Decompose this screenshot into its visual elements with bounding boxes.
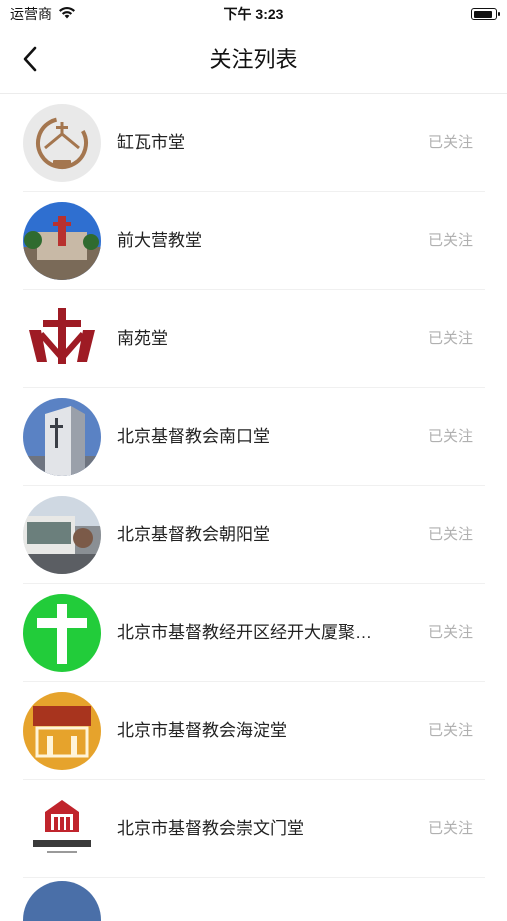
status-left: 运营商 (10, 4, 76, 24)
carrier-label: 运营商 (10, 6, 52, 22)
list-item[interactable]: 北京市基督教会崇文门堂 已关注 (23, 780, 485, 878)
church-name: 北京市基督教会崇文门堂 (117, 819, 304, 838)
wifi-icon (58, 6, 76, 22)
followed-button[interactable]: 已关注 (428, 192, 473, 290)
nav-bar: 关注列表 (0, 28, 507, 94)
church-name: 北京基督教会南口堂 (117, 427, 270, 446)
page-title: 关注列表 (209, 47, 298, 72)
follow-list: 缸瓦市堂 已关注 前大营教堂 已关注 南苑堂 已关注 北京基督教会南口堂 已关注… (0, 94, 507, 878)
status-bar: 运营商 下午 3:23 (0, 0, 507, 28)
chwmch-logo-avatar (23, 790, 101, 868)
followed-button[interactable]: 已关注 (428, 94, 473, 192)
list-item[interactable]: 前大营教堂 已关注 (23, 192, 485, 290)
red-cross-logo-avatar (23, 300, 101, 378)
followed-button[interactable]: 已关注 (428, 486, 473, 584)
list-item[interactable]: 北京基督教会南口堂 已关注 (23, 388, 485, 486)
list-item[interactable]: 南苑堂 已关注 (23, 290, 485, 388)
church-name: 前大营教堂 (117, 231, 202, 250)
list-item[interactable]: 北京市基督教会海淀堂 已关注 (23, 682, 485, 780)
list-item[interactable]: 北京基督教会朝阳堂 已关注 (23, 486, 485, 584)
church-name: 北京市基督教会海淀堂 (117, 721, 287, 740)
status-time: 下午 3:23 (223, 6, 284, 22)
church-name: 南苑堂 (117, 329, 168, 348)
white-cross-avatar (23, 594, 101, 672)
battery-icon (471, 8, 500, 20)
church-photo-avatar (23, 202, 101, 280)
church-name: 缸瓦市堂 (117, 133, 185, 152)
church-name: 北京市基督教经开区经开大厦聚… (117, 623, 372, 642)
church-tower-avatar (23, 398, 101, 476)
followed-button[interactable]: 已关注 (428, 780, 473, 878)
partial-list-item-avatar (23, 881, 101, 921)
church-logo-avatar (23, 104, 101, 182)
followed-button[interactable]: 已关注 (428, 388, 473, 486)
list-item[interactable]: 北京市基督教经开区经开大厦聚… 已关注 (23, 584, 485, 682)
followed-button[interactable]: 已关注 (428, 290, 473, 388)
followed-button[interactable]: 已关注 (428, 682, 473, 780)
list-item[interactable]: 缸瓦市堂 已关注 (23, 94, 485, 192)
church-building-avatar (23, 496, 101, 574)
haidian-church-logo-avatar (23, 692, 101, 770)
followed-button[interactable]: 已关注 (428, 584, 473, 682)
church-name: 北京基督教会朝阳堂 (117, 525, 270, 544)
